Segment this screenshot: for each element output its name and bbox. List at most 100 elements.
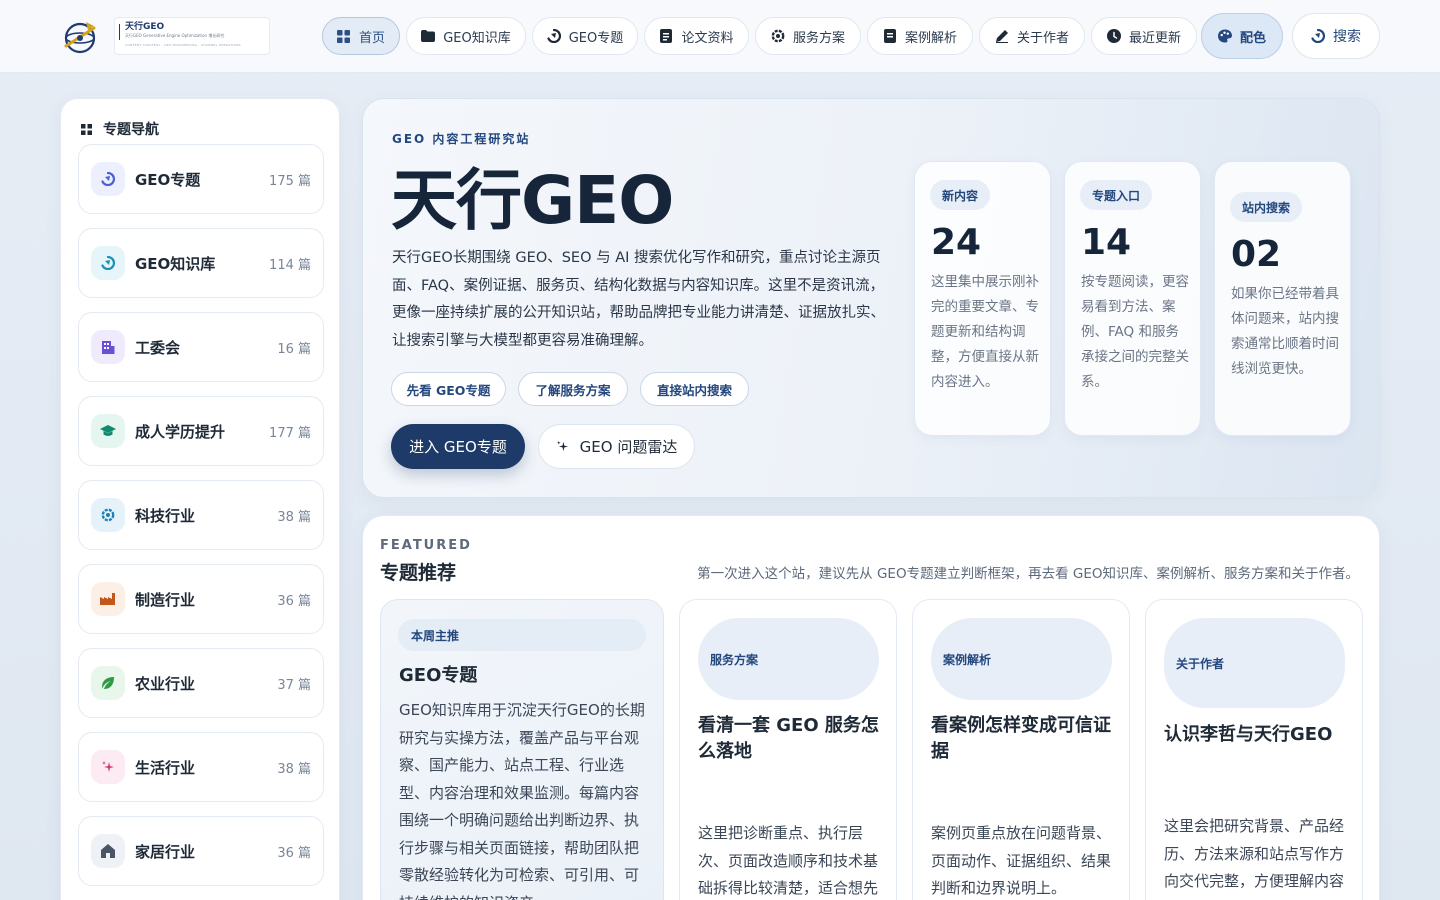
pill-services[interactable]: 了解服务方案 <box>518 372 628 406</box>
featured-kicker: FEATURED <box>380 538 472 553</box>
nav-knowledge-base[interactable]: GEO知识库 <box>406 17 526 55</box>
sidebar-item-count: 16 篇 <box>277 341 311 357</box>
color-scheme-label: 配色 <box>1239 30 1266 46</box>
sidebar-item-count: 36 篇 <box>277 593 311 609</box>
sidebar-item-count: 177 篇 <box>269 425 311 441</box>
stat-tag: 专题入口 <box>1080 180 1153 210</box>
card-text: 这里会把研究背景、产品经历、方法来源和站点写作方向交代完整，方便理解内容出处。 <box>1164 817 1345 900</box>
stat-number: 24 <box>931 222 982 263</box>
stat-description: 如果你已经带着具体问题来，站内搜索通常比顺着时间线浏览更快。 <box>1231 286 1339 377</box>
hero-title: 天行GEO <box>391 162 674 239</box>
nav-papers[interactable]: 论文资料 <box>644 17 749 55</box>
sidebar-item-label: 家居行业 <box>135 842 196 861</box>
card-text: 案例页重点放在问题背景、页面动作、证据组织、结果判断和边界说明上。 <box>931 824 1112 897</box>
sidebar-item-count: 36 篇 <box>277 845 311 861</box>
hero-description: 天行GEO长期围绕 GEO、SEO 与 AI 搜索优化写作和研究，重点讨论主源页… <box>392 250 885 349</box>
card-text: 这里把诊断重点、执行层次、页面改造顺序和技术基础拆得比较清楚，适合想先了解合作方… <box>698 824 879 897</box>
geo-radar-button[interactable]: GEO 问题雷达 <box>538 424 695 469</box>
nav-about-label: 关于作者 <box>1016 30 1069 46</box>
nav-home[interactable]: 首页 <box>322 17 400 55</box>
stat-tag: 新内容 <box>930 180 991 210</box>
chip-icon <box>91 498 125 532</box>
case-icon <box>883 29 897 43</box>
factory-icon <box>91 582 125 616</box>
nav-topics[interactable]: GEO专题 <box>532 17 638 55</box>
stat-card-topics[interactable]: 专题入口 14 按专题阅读，更容易看到方法、案例、FAQ 和服务承接之间的完整关… <box>1064 161 1201 436</box>
brand-tagline: 天行GEO Generative Engine Optimization 增长研… <box>125 33 225 38</box>
card-title: GEO专题 <box>399 665 478 686</box>
sidebar-item-committee[interactable]: 工委会 16 篇 <box>78 312 324 382</box>
card-title: 看案例怎样变成可信证据 <box>931 715 1111 762</box>
sidebar-item-count: 38 篇 <box>277 509 311 525</box>
site-logo[interactable]: 天行GEO 天行GEO Generative Engine Optimizati… <box>60 16 272 56</box>
sidebar-item-geo-knowledge[interactable]: GEO知识库 114 篇 <box>78 228 324 298</box>
sidebar-item-label: 成人学历提升 <box>135 422 226 441</box>
grid-icon <box>79 122 93 136</box>
featured-card-about[interactable]: 关于作者 认识李哲与天行GEO 这里会把研究背景、产品经历、方法来源和站点写作方… <box>1145 599 1363 900</box>
sidebar-item-count: 38 篇 <box>277 761 311 777</box>
sparkle-icon <box>91 750 125 784</box>
sidebar-item-home[interactable]: 家居行业 36 篇 <box>78 816 324 886</box>
compass-icon <box>547 29 561 43</box>
sidebar-item-label: 制造行业 <box>135 590 196 609</box>
sidebar-item-count: 175 篇 <box>269 173 311 189</box>
stat-card-new[interactable]: 新内容 24 这里集中展示刚补完的重要文章、专题更新和结构调整，方便直接从新内容… <box>914 161 1051 436</box>
sidebar-item-label: 生活行业 <box>135 758 196 777</box>
stat-number: 14 <box>1081 222 1132 263</box>
leaf-icon <box>91 666 125 700</box>
compass-icon <box>91 246 125 280</box>
brand-name: 天行GEO <box>125 22 165 32</box>
card-tag: 案例解析 <box>931 618 1112 700</box>
featured-card-cases[interactable]: 案例解析 看案例怎样变成可信证据 案例页重点放在问题背景、页面动作、证据组织、结… <box>912 599 1130 900</box>
featured-title: 专题推荐 <box>380 562 457 584</box>
color-scheme-button[interactable]: 配色 <box>1201 13 1283 59</box>
card-title: 认识李哲与天行GEO <box>1164 724 1333 745</box>
sidebar-item-manufacturing[interactable]: 制造行业 36 篇 <box>78 564 324 634</box>
hero-panel: GEO 内容工程研究站 天行GEO 天行GEO长期围绕 GEO、SEO 与 AI… <box>362 98 1380 498</box>
sidebar-item-label: 农业行业 <box>135 674 196 693</box>
card-tag: 服务方案 <box>698 618 879 700</box>
featured-note: 第一次进入这个站，建议先从 GEO专题建立判断框架，再去看 GEO知识库、案例解… <box>697 566 1359 582</box>
nav-cases-label: 案例解析 <box>904 30 957 46</box>
pill-geo-topics[interactable]: 先看 GEO专题 <box>391 372 506 406</box>
pen-icon <box>995 29 1009 43</box>
compass-icon <box>91 162 125 196</box>
sidebar-item-lifestyle[interactable]: 生活行业 38 篇 <box>78 732 324 802</box>
sidebar-item-agriculture[interactable]: 农业行业 37 篇 <box>78 648 324 718</box>
logo-emblem-icon <box>64 22 96 54</box>
sidebar-title: 专题导航 <box>103 122 159 138</box>
building-icon <box>91 330 125 364</box>
search-button[interactable]: 搜索 <box>1292 13 1380 59</box>
palette-icon <box>1217 29 1232 43</box>
enter-geo-topics-button[interactable]: 进入 GEO专题 <box>391 424 525 469</box>
nav-recent-label: 最近更新 <box>1128 30 1181 46</box>
nav-cases[interactable]: 案例解析 <box>867 17 973 55</box>
stat-description: 这里集中展示刚补完的重要文章、专题更新和结构调整，方便直接从新内容进入。 <box>931 274 1039 390</box>
card-title: 看清一套 GEO 服务怎么落地 <box>698 715 879 762</box>
gear-icon <box>771 29 785 43</box>
document-icon <box>659 29 673 43</box>
featured-section: FEATURED 专题推荐 第一次进入这个站，建议先从 GEO专题建立判断框架，… <box>362 515 1380 900</box>
home-icon <box>91 834 125 868</box>
search-icon <box>1311 29 1325 43</box>
top-header: 天行GEO 天行GEO Generative Engine Optimizati… <box>0 0 1440 73</box>
stat-card-search[interactable]: 站内搜索 02 如果你已经带着具体问题来，站内搜索通常比顺着时间线浏览更快。 <box>1214 161 1351 436</box>
nav-services-label: 服务方案 <box>792 30 845 46</box>
logo-wordmark: 天行GEO 天行GEO Generative Engine Optimizati… <box>114 17 270 55</box>
sidebar-item-geo-topics[interactable]: GEO专题 175 篇 <box>78 144 324 214</box>
nav-services[interactable]: 服务方案 <box>755 17 861 55</box>
pill-site-search[interactable]: 直接站内搜索 <box>640 372 749 406</box>
sidebar-item-count: 37 篇 <box>277 677 311 693</box>
nav-about[interactable]: 关于作者 <box>979 17 1085 55</box>
nav-papers-label: 论文资料 <box>681 30 734 46</box>
topic-sidebar: 专题导航 GEO专题 175 篇 GEO知识库 114 篇 工委会 16 篇 成… <box>60 98 340 900</box>
sidebar-item-tech[interactable]: 科技行业 38 篇 <box>78 480 324 550</box>
nav-recent[interactable]: 最近更新 <box>1091 17 1197 55</box>
sidebar-item-adult-education[interactable]: 成人学历提升 177 篇 <box>78 396 324 466</box>
featured-card-geo-topics[interactable]: 本周主推 GEO专题 GEO知识库用于沉淀天行GEO的长期研究与实操方法，覆盖产… <box>380 599 664 900</box>
featured-card-services[interactable]: 服务方案 看清一套 GEO 服务怎么落地 这里把诊断重点、执行层次、页面改造顺序… <box>679 599 897 900</box>
hero-kicker: GEO 内容工程研究站 <box>392 132 531 146</box>
nav-knowledge-base-label: GEO知识库 <box>443 30 511 46</box>
stat-description: 按专题阅读，更容易看到方法、案例、FAQ 和服务承接之间的完整关系。 <box>1081 274 1189 390</box>
clock-icon <box>1106 29 1121 43</box>
